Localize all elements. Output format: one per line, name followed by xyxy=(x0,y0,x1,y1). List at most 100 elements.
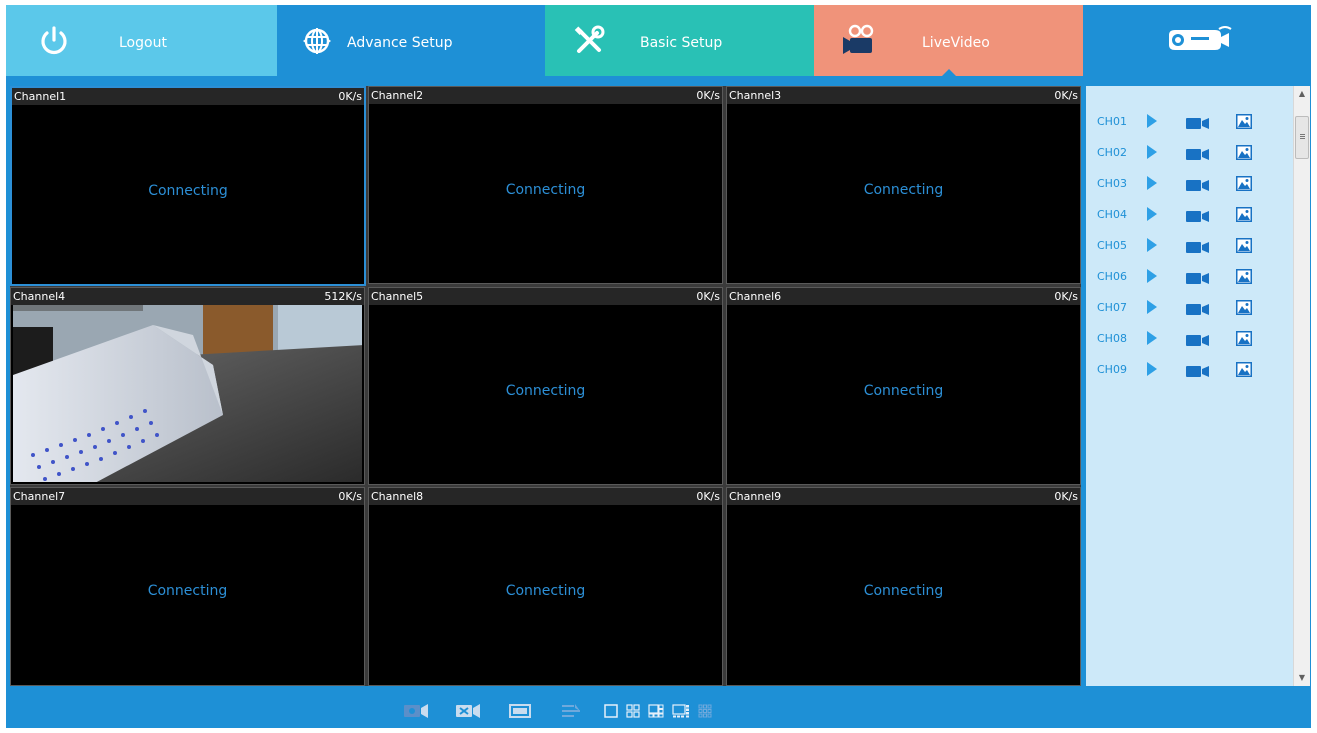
bitrate: 0K/s xyxy=(696,89,720,102)
app-window: Logout Advance Setup Basic Setup LiveVid… xyxy=(0,0,1317,733)
channel-label: CH09 xyxy=(1097,363,1127,376)
layout-9-icon[interactable] xyxy=(698,704,712,718)
record-camera-icon[interactable] xyxy=(1186,239,1210,253)
channel-name: Channel9 xyxy=(729,490,782,503)
live-video-label: LiveVideo xyxy=(922,35,990,51)
video-cell-channel9[interactable]: Channel9 0K/s Connecting xyxy=(726,487,1081,686)
video-cell-channel4[interactable]: Channel4 512K/s xyxy=(10,287,365,485)
snapshot-image-icon[interactable] xyxy=(1236,300,1252,315)
snapshot-image-icon[interactable] xyxy=(1236,362,1252,377)
layout-8-icon[interactable] xyxy=(672,704,690,718)
record-camera-icon[interactable] xyxy=(1186,177,1210,191)
snapshot-image-icon[interactable] xyxy=(1236,145,1252,160)
snapshot-icon[interactable] xyxy=(404,704,428,718)
layout-6-icon[interactable] xyxy=(648,704,664,718)
record-camera-icon[interactable] xyxy=(1186,115,1210,129)
channel-row: CH04 xyxy=(1086,204,1293,224)
record-camera-icon[interactable] xyxy=(1186,332,1210,346)
snapshot-image-icon[interactable] xyxy=(1236,114,1252,129)
channel-row: CH03 xyxy=(1086,173,1293,193)
channel-label: CH03 xyxy=(1097,177,1127,190)
channel-row: CH08 xyxy=(1086,328,1293,348)
play-icon[interactable] xyxy=(1146,206,1158,222)
play-icon[interactable] xyxy=(1146,299,1158,315)
channel-name: Channel4 xyxy=(13,290,66,303)
connection-status: Connecting xyxy=(863,182,944,198)
tools-icon xyxy=(569,21,609,61)
channel-label: CH04 xyxy=(1097,208,1127,221)
scroll-thumb[interactable] xyxy=(1295,116,1309,159)
scroll-up-arrow-icon[interactable]: ▲ xyxy=(1294,86,1310,102)
play-icon[interactable] xyxy=(1146,175,1158,191)
layout-1-icon[interactable] xyxy=(604,704,618,718)
play-icon[interactable] xyxy=(1146,113,1158,129)
logout-tab[interactable]: Logout xyxy=(6,5,277,76)
layout-4-icon[interactable] xyxy=(626,704,640,718)
record-camera-icon[interactable] xyxy=(1186,363,1210,377)
top-nav: Logout Advance Setup Basic Setup LiveVid… xyxy=(6,5,1311,77)
bullet-camera-logo-icon xyxy=(1163,25,1233,57)
cell-header: Channel5 0K/s xyxy=(369,288,722,305)
fullscreen-icon[interactable] xyxy=(509,704,531,718)
video-cell-channel1[interactable]: Channel1 0K/s Connecting xyxy=(10,86,366,286)
connection-status: Connecting xyxy=(505,182,586,198)
bitrate: 0K/s xyxy=(696,490,720,503)
cell-header: Channel3 0K/s xyxy=(727,87,1080,104)
channel-label: CH05 xyxy=(1097,239,1127,252)
channel-row: CH02 xyxy=(1086,142,1293,162)
snapshot-image-icon[interactable] xyxy=(1236,269,1252,284)
advance-setup-tab[interactable]: Advance Setup xyxy=(277,5,545,76)
cell-header: Channel4 512K/s xyxy=(11,288,364,305)
movie-camera-icon xyxy=(840,21,880,61)
snapshot-image-icon[interactable] xyxy=(1236,238,1252,253)
play-icon[interactable] xyxy=(1146,144,1158,160)
connection-status: Connecting xyxy=(863,383,944,399)
advance-setup-label: Advance Setup xyxy=(347,35,453,51)
bitrate: 0K/s xyxy=(338,490,362,503)
channel-label: CH06 xyxy=(1097,270,1127,283)
channel-name: Channel6 xyxy=(729,290,782,303)
play-icon[interactable] xyxy=(1146,237,1158,253)
basic-setup-label: Basic Setup xyxy=(640,35,723,51)
sequence-icon[interactable] xyxy=(562,704,580,718)
play-icon[interactable] xyxy=(1146,330,1158,346)
record-camera-icon[interactable] xyxy=(1186,208,1210,222)
video-cell-channel6[interactable]: Channel6 0K/s Connecting xyxy=(726,287,1081,485)
basic-setup-tab[interactable]: Basic Setup xyxy=(545,5,814,76)
cell-header: Channel1 0K/s xyxy=(12,88,364,105)
play-icon[interactable] xyxy=(1146,268,1158,284)
snapshot-image-icon[interactable] xyxy=(1236,176,1252,191)
scroll-down-arrow-icon[interactable]: ▼ xyxy=(1294,670,1310,686)
video-cell-channel5[interactable]: Channel5 0K/s Connecting xyxy=(368,287,723,485)
channel-row: CH05 xyxy=(1086,235,1293,255)
bitrate: 0K/s xyxy=(338,90,362,103)
channel-panel-scrollbar[interactable]: ▲ ▼ xyxy=(1293,86,1310,686)
channel-row: CH07 xyxy=(1086,297,1293,317)
live-video-tab[interactable]: LiveVideo xyxy=(814,5,1083,77)
bitrate: 512K/s xyxy=(324,290,362,303)
video-cell-channel2[interactable]: Channel2 0K/s Connecting xyxy=(368,86,723,284)
video-cell-channel7[interactable]: Channel7 0K/s Connecting xyxy=(10,487,365,686)
connection-status: Connecting xyxy=(863,583,944,599)
stop-record-icon[interactable] xyxy=(456,704,480,718)
record-camera-icon[interactable] xyxy=(1186,301,1210,315)
bitrate: 0K/s xyxy=(696,290,720,303)
record-camera-icon[interactable] xyxy=(1186,270,1210,284)
channel-name: Channel8 xyxy=(371,490,424,503)
video-cell-channel3[interactable]: Channel3 0K/s Connecting xyxy=(726,86,1081,284)
video-cell-channel8[interactable]: Channel8 0K/s Connecting xyxy=(368,487,723,686)
bottom-toolbar xyxy=(6,688,1311,728)
channel-row: CH06 xyxy=(1086,266,1293,286)
cell-header: Channel9 0K/s xyxy=(727,488,1080,505)
globe-icon xyxy=(297,21,337,61)
connection-status: Connecting xyxy=(505,583,586,599)
cell-header: Channel7 0K/s xyxy=(11,488,364,505)
channel-row: CH01 xyxy=(1086,111,1293,131)
channel-label: CH07 xyxy=(1097,301,1127,314)
channel-name: Channel2 xyxy=(371,89,424,102)
record-camera-icon[interactable] xyxy=(1186,146,1210,160)
snapshot-image-icon[interactable] xyxy=(1236,331,1252,346)
channel-label: CH08 xyxy=(1097,332,1127,345)
snapshot-image-icon[interactable] xyxy=(1236,207,1252,222)
play-icon[interactable] xyxy=(1146,361,1158,377)
